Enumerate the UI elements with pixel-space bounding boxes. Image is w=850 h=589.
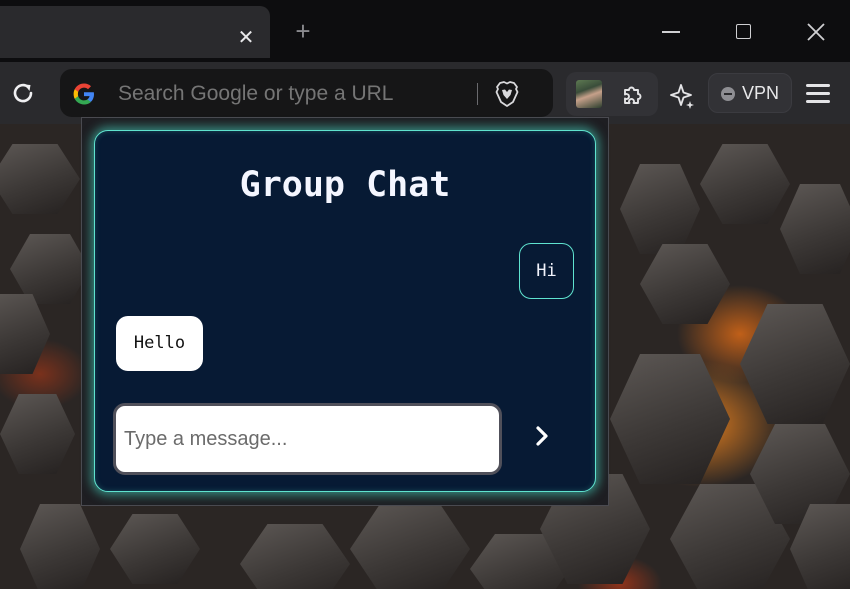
tab-close-icon[interactable]: ✕ xyxy=(232,24,260,52)
window-close-icon[interactable] xyxy=(802,18,830,46)
vpn-label: VPN xyxy=(742,83,780,103)
extensions-group xyxy=(566,72,658,116)
address-bar[interactable] xyxy=(60,69,553,117)
reload-icon[interactable] xyxy=(10,80,36,106)
profile-avatar[interactable] xyxy=(576,80,602,108)
maximize-icon[interactable] xyxy=(736,24,751,39)
leo-ai-icon[interactable] xyxy=(668,82,696,110)
chat-panel: Group Chat Hi Hello xyxy=(94,130,596,492)
omnibox-input[interactable] xyxy=(118,82,468,106)
vpn-button[interactable]: VPN xyxy=(708,73,792,113)
minimize-icon[interactable] xyxy=(662,31,680,33)
extension-popup: Group Chat Hi Hello xyxy=(81,117,609,506)
vpn-icon xyxy=(721,87,735,101)
brave-shield-icon[interactable] xyxy=(492,79,522,109)
menu-icon[interactable] xyxy=(806,84,830,104)
chevron-right-icon xyxy=(536,426,548,446)
active-tab[interactable]: ✕ xyxy=(0,6,270,58)
chat-title: Group Chat xyxy=(239,165,451,205)
omnibox-divider xyxy=(477,83,478,105)
message-bubble-outgoing: Hi xyxy=(519,243,574,299)
message-input[interactable] xyxy=(113,403,502,475)
toolbar: VPN xyxy=(0,62,850,124)
send-button[interactable] xyxy=(527,418,559,454)
new-tab-button[interactable]: + xyxy=(288,16,318,46)
message-bubble-incoming: Hello xyxy=(116,316,203,371)
extensions-icon[interactable] xyxy=(620,81,646,107)
google-icon xyxy=(73,83,94,105)
tab-bar: ✕ + xyxy=(0,0,850,62)
